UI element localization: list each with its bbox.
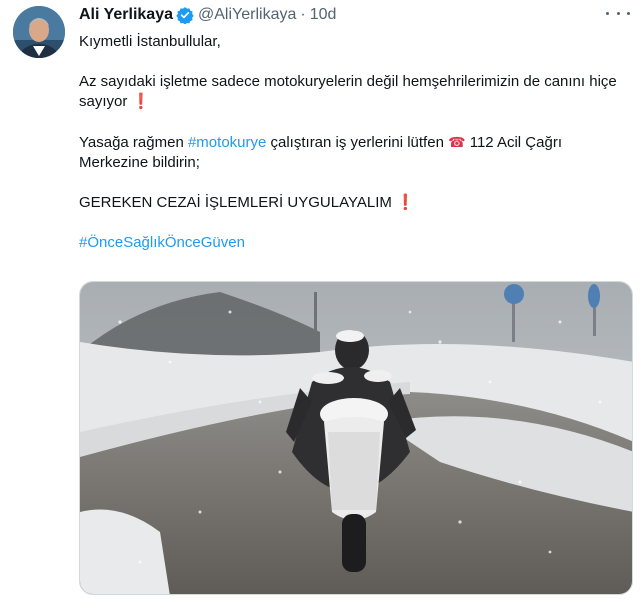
- tweet-header: Ali Yerlikaya @AliYerlikaya · 10d: [79, 4, 628, 26]
- tweet-paragraph-3: Yasağa rağmen #motokurye çalıştıran iş y…: [79, 132, 635, 173]
- author-handle[interactable]: @AliYerlikaya: [198, 6, 296, 24]
- verified-badge-icon: [176, 6, 194, 25]
- tweet-line-greeting: Kıymetli İstanbullular,: [79, 33, 221, 50]
- exclamation-icon: ❗: [131, 93, 151, 110]
- tweet-media-photo[interactable]: [79, 281, 633, 595]
- more-dot-2: [616, 11, 620, 15]
- tweet-timestamp[interactable]: 10d: [310, 6, 337, 24]
- tweet-text: Kıymetli İstanbullular, Az sayıdaki işle…: [79, 32, 635, 253]
- avatar[interactable]: [13, 6, 65, 58]
- telephone-icon: ☎: [448, 134, 466, 150]
- tweet-paragraph-2: Az sayıdaki işletme sadece motokuryeleri…: [79, 72, 635, 112]
- separator-dot: ·: [300, 6, 306, 23]
- exclamation-icon: ❗: [396, 194, 415, 211]
- hashtag-link[interactable]: #ÖnceSağlıkÖnceGüven: [79, 234, 245, 251]
- tweet-paragraph-3-start: Yasağa rağmen: [79, 134, 188, 151]
- tweet-paragraph-2-text: Az sayıdaki işletme sadece motokuryeleri…: [79, 73, 617, 110]
- more-options-icon[interactable]: [606, 6, 630, 20]
- tweet-paragraph-4-text: GEREKEN CEZAİ İŞLEMLERİ UYGULAYALIM: [79, 194, 392, 211]
- author-name[interactable]: Ali Yerlikaya: [79, 6, 173, 24]
- tweet-paragraph-4: GEREKEN CEZAİ İŞLEMLERİ UYGULAYALIM ❗: [79, 193, 635, 213]
- tweet-paragraph-3-middle: çalıştıran iş yerlerini lütfen: [266, 134, 449, 151]
- more-dot-3: [627, 11, 630, 15]
- more-dot-1: [606, 11, 609, 15]
- hashtag-motokurye-link[interactable]: #motokurye: [188, 134, 266, 151]
